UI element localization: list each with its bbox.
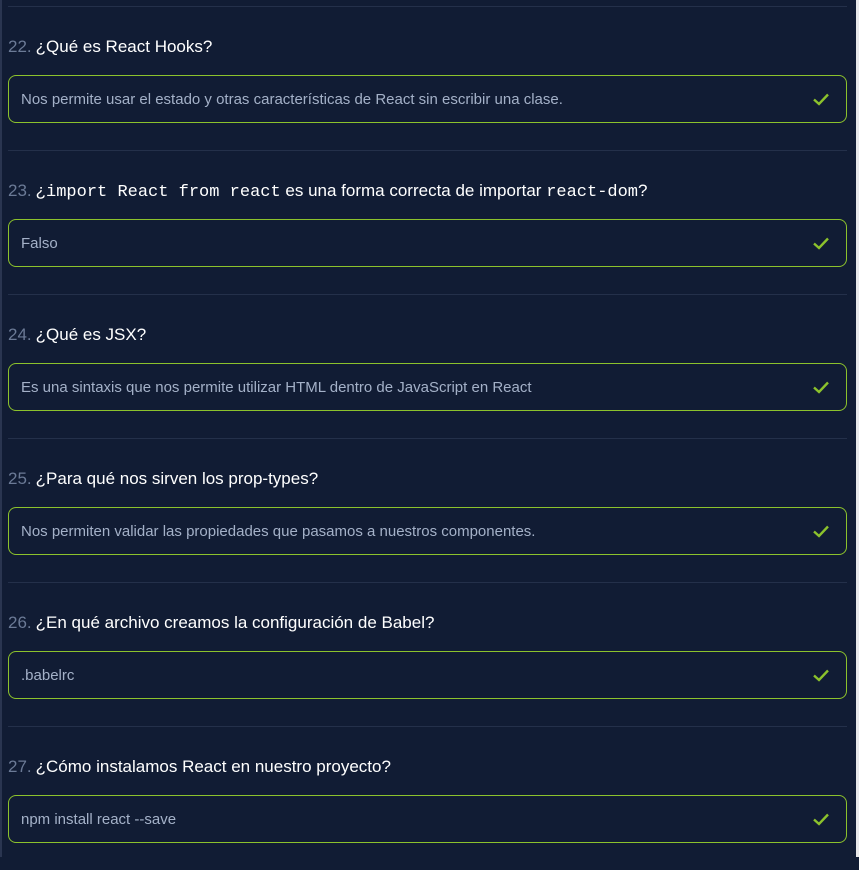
question-text-part: ¿Qué es React Hooks? (35, 37, 213, 56)
question-number: 26. (8, 613, 32, 632)
answer-box: Nos permite usar el estado y otras carac… (8, 75, 847, 123)
check-icon (813, 813, 829, 826)
question-text-part: ¿Qué es JSX? (35, 325, 147, 344)
answer-box: Falso (8, 219, 847, 267)
question-text-part: ¿ (35, 181, 47, 200)
question-item: 25. ¿Para qué nos sirven los prop-types? N… (8, 438, 847, 582)
question-text: 22. ¿Qué es React Hooks? (8, 37, 212, 57)
question-text-part: ¿En qué archivo creamos la configuración… (35, 613, 435, 632)
question-number: 24. (8, 325, 32, 344)
question-number: 23. (8, 181, 32, 200)
left-border (0, 0, 2, 857)
check-icon (813, 237, 829, 250)
check-icon (813, 669, 829, 682)
question-text: 23. ¿import React from react es una forma… (8, 181, 647, 202)
question-text: 27. ¿Cómo instalamos React en nuestro pro… (8, 757, 391, 777)
answer-text: .babelrc (21, 667, 75, 684)
question-text-part: ¿Para qué nos sirven los prop-types? (35, 469, 319, 488)
answer-text: Nos permite usar el estado y otras carac… (21, 91, 563, 108)
answer-text: Es una sintaxis que nos permite utilizar… (21, 379, 532, 396)
question-item: 22. ¿Qué es React Hooks? Nos permite usar … (8, 6, 847, 150)
question-item: 24. ¿Qué es JSX? Es una sintaxis que nos p… (8, 294, 847, 438)
question-number: 22. (8, 37, 32, 56)
question-text: 24. ¿Qué es JSX? (8, 325, 146, 345)
answer-box: Es una sintaxis que nos permite utilizar… (8, 363, 847, 411)
check-icon (813, 381, 829, 394)
question-item: 23. ¿import React from react es una forma… (8, 150, 847, 294)
inline-code: react-dom (546, 183, 639, 202)
answer-box: Nos permiten validar las propiedades que… (8, 507, 847, 555)
question-item: 27. ¿Cómo instalamos React en nuestro pro… (8, 726, 847, 870)
question-number: 25. (8, 469, 32, 488)
question-item: 26. ¿En qué archivo creamos la configurac… (8, 582, 847, 726)
answer-text: Nos permiten validar las propiedades que… (21, 523, 536, 540)
answer-text: Falso (21, 235, 58, 252)
question-text-part: ? (638, 181, 648, 200)
answer-box: .babelrc (8, 651, 847, 699)
quiz-results-list: 22. ¿Qué es React Hooks? Nos permite usar … (8, 0, 847, 870)
question-text-part: ¿Cómo instalamos React en nuestro proyec… (35, 757, 391, 776)
answer-text: npm install react --save (21, 811, 177, 828)
question-text: 25. ¿Para qué nos sirven los prop-types? (8, 469, 318, 489)
check-icon (813, 525, 829, 538)
answer-box: npm install react --save (8, 795, 847, 843)
check-icon (813, 93, 829, 106)
question-number: 27. (8, 757, 32, 776)
question-text: 26. ¿En qué archivo creamos la configurac… (8, 613, 434, 633)
inline-code: import React from react (46, 183, 281, 202)
question-text-part: es una forma correcta de importar (280, 181, 547, 200)
